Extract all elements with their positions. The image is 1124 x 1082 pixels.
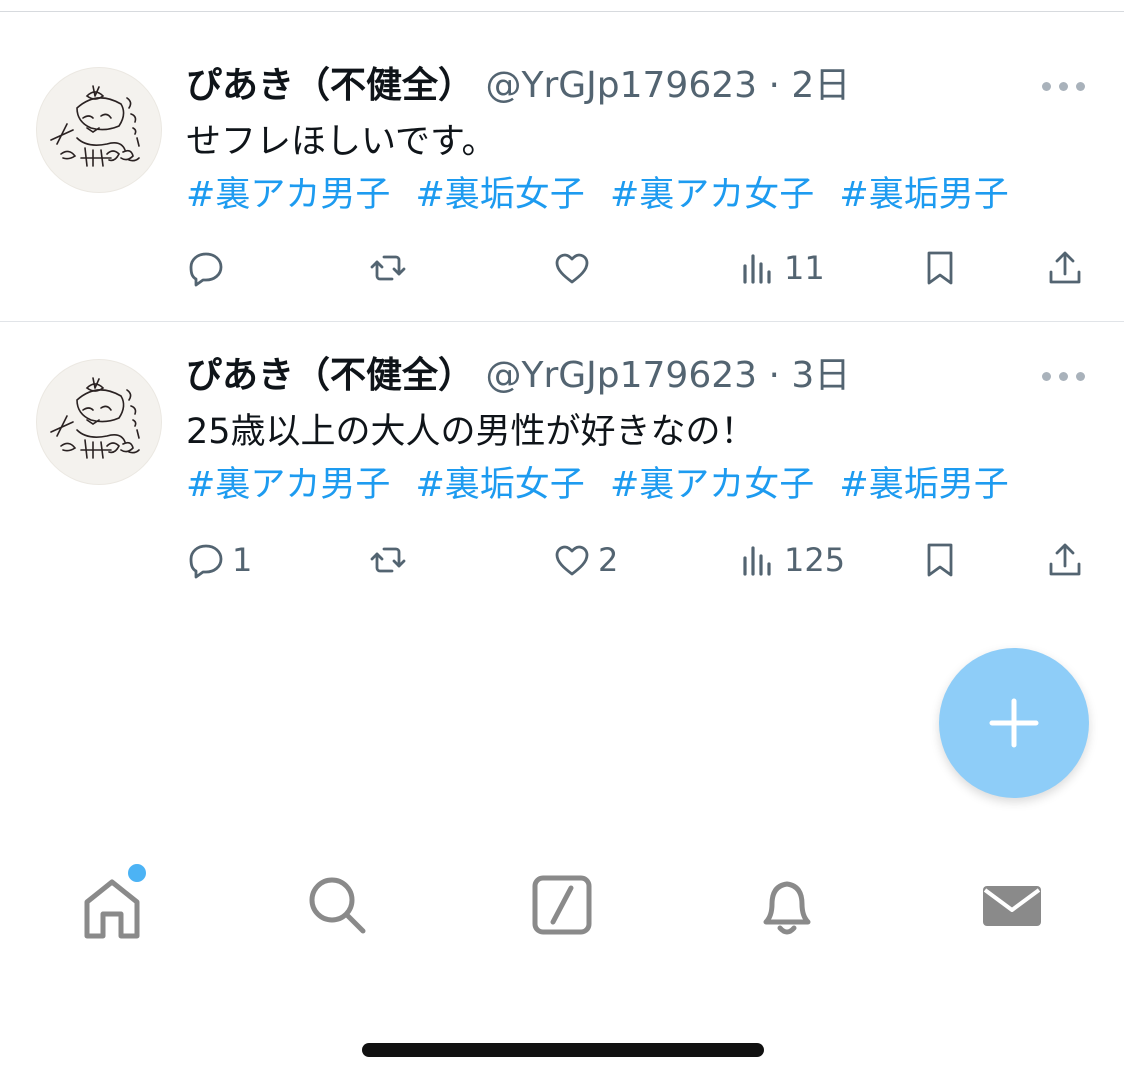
- tweet[interactable]: ぴあき（不健全） @YrGJp179623 · 3日 25歳以上の大人の男性が好…: [0, 322, 1124, 622]
- bottom-tab-bar: [0, 860, 1124, 960]
- share-icon: [1049, 543, 1081, 576]
- separator: ·: [768, 65, 780, 106]
- hashtag-row: #裏アカ男子 #裏垢女子 #裏アカ女子 #裏垢男子: [186, 462, 1023, 508]
- tweet[interactable]: ぴあき（不健全） @YrGJp179623 · 2日 せフレほしいです。 #裏ア…: [0, 12, 1124, 322]
- tab-grok[interactable]: [522, 860, 602, 950]
- tweet-header: ぴあき（不健全） @YrGJp179623 · 2日: [186, 64, 850, 108]
- bookmark-icon: [927, 251, 953, 285]
- heart-icon: [555, 545, 589, 576]
- bookmark-icon: [927, 543, 953, 577]
- action-bar: 11: [0, 244, 1124, 292]
- share-icon: [1049, 251, 1081, 284]
- reply-button[interactable]: 1: [186, 536, 252, 584]
- avatar-sketch-image: [50, 377, 140, 459]
- hashtag-link[interactable]: #裏アカ女子: [610, 175, 814, 215]
- bell-icon: [763, 881, 811, 935]
- hashtag-link[interactable]: #裏垢女子: [415, 465, 584, 505]
- tab-notifications[interactable]: [747, 860, 827, 950]
- reply-icon: [189, 252, 223, 287]
- more-icon[interactable]: [1042, 76, 1086, 96]
- hashtag-row: #裏アカ男子 #裏垢女子 #裏アカ女子 #裏垢男子: [186, 172, 1023, 218]
- share-button[interactable]: [1045, 536, 1085, 584]
- home-notification-dot: [126, 862, 148, 884]
- like-button[interactable]: [552, 244, 598, 292]
- timestamp[interactable]: 3日: [791, 355, 850, 396]
- hashtag-link[interactable]: #裏アカ男子: [186, 175, 390, 215]
- grok-icon: [532, 875, 592, 935]
- separator: ·: [768, 355, 780, 396]
- hashtag-link[interactable]: #裏アカ女子: [610, 465, 814, 505]
- hashtag-link[interactable]: #裏垢男子: [839, 465, 1008, 505]
- views-icon: [743, 254, 771, 284]
- views-button[interactable]: 125: [738, 536, 845, 584]
- mail-icon: [983, 886, 1041, 926]
- more-icon[interactable]: [1042, 366, 1086, 386]
- action-bar: 1 2 125: [0, 536, 1124, 584]
- hashtag-link[interactable]: #裏垢女子: [415, 175, 584, 215]
- user-handle[interactable]: @YrGJp179623: [485, 355, 757, 396]
- reply-count: 1: [232, 541, 253, 579]
- display-name[interactable]: ぴあき（不健全）: [186, 65, 474, 106]
- avatar[interactable]: [36, 67, 162, 193]
- retweet-icon: [370, 547, 406, 573]
- reply-icon: [189, 544, 223, 579]
- tweet-header: ぴあき（不健全） @YrGJp179623 · 3日: [186, 354, 850, 398]
- user-handle[interactable]: @YrGJp179623: [485, 65, 757, 106]
- retweet-button[interactable]: [368, 244, 414, 292]
- avatar-sketch-image: [50, 85, 140, 167]
- hashtag-link[interactable]: #裏垢男子: [839, 175, 1008, 215]
- like-count: 2: [598, 541, 619, 579]
- tab-search[interactable]: [297, 860, 377, 950]
- display-name[interactable]: ぴあき（不健全）: [186, 355, 474, 396]
- bookmark-button[interactable]: [920, 536, 960, 584]
- retweet-button[interactable]: [368, 536, 414, 584]
- views-icon: [743, 546, 771, 576]
- views-count: 11: [784, 249, 825, 287]
- like-button[interactable]: 2: [552, 536, 618, 584]
- compose-button[interactable]: [939, 648, 1089, 798]
- views-count: 125: [784, 541, 846, 579]
- share-button[interactable]: [1045, 244, 1085, 292]
- hashtag-link[interactable]: #裏アカ男子: [186, 465, 390, 505]
- tab-messages[interactable]: [972, 860, 1052, 950]
- bookmark-button[interactable]: [920, 244, 960, 292]
- plus-icon: [989, 698, 1039, 748]
- tweet-text: 25歳以上の大人の男性が好きなの！: [186, 412, 756, 452]
- avatar[interactable]: [36, 359, 162, 485]
- reply-button[interactable]: [186, 244, 232, 292]
- search-icon: [309, 877, 366, 934]
- views-button[interactable]: 11: [738, 244, 825, 292]
- retweet-icon: [370, 255, 406, 281]
- timestamp[interactable]: 2日: [791, 65, 850, 106]
- tweet-text: せフレほしいです。: [186, 122, 497, 162]
- heart-icon: [555, 253, 589, 284]
- home-indicator: [362, 1043, 764, 1057]
